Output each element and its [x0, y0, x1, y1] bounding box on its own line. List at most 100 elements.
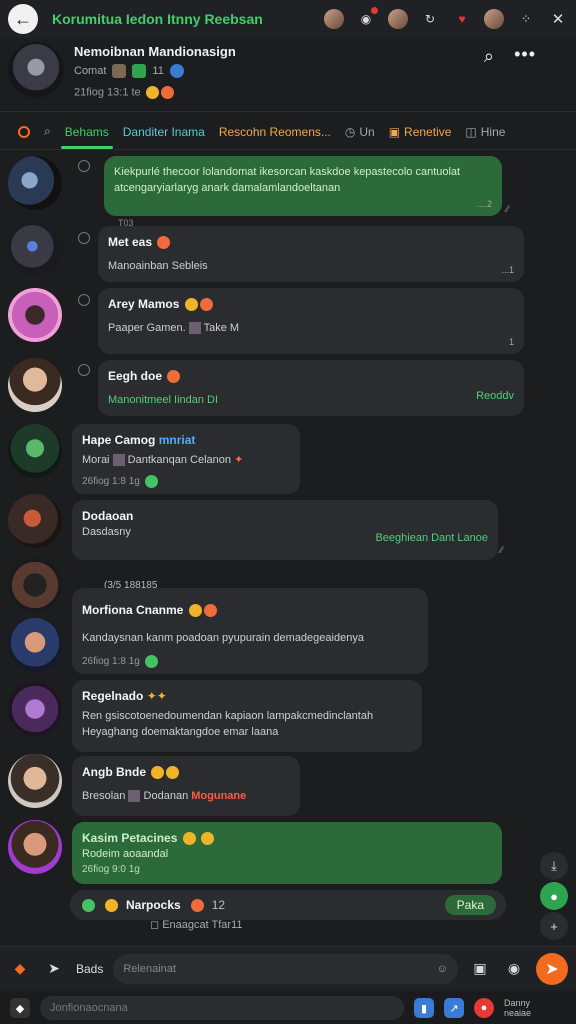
emoji-icon	[203, 604, 217, 618]
message-link[interactable]: Mogunane	[191, 790, 246, 802]
bottom-search[interactable]: Jonfionaocnana	[40, 996, 404, 1020]
emoji-icon	[201, 832, 215, 846]
tab-un[interactable]: ◷ Un	[345, 125, 375, 139]
message-time: 26fiog 1:8 1g	[82, 474, 290, 490]
sender-name: Angb Bnde	[82, 764, 290, 780]
app-logo-icon[interactable]: ◆	[8, 957, 32, 981]
reaction-icon[interactable]	[82, 898, 95, 912]
emoji-icon	[144, 474, 158, 488]
message-bubble[interactable]: Hape Camog mnriat Morai Dantkanqan Celan…	[72, 424, 300, 494]
message-text: Ren gsiscotoenedoumendan kapiaon lampakc…	[82, 710, 374, 722]
emoji-icon	[199, 298, 213, 312]
message-bubble[interactable]: Kasim Petacines Rodeim aoaandal 26fiog 9…	[72, 822, 502, 884]
emoji-icon	[166, 766, 180, 780]
sender-name: Kasim Petacines	[82, 830, 492, 846]
avatar[interactable]	[8, 682, 62, 736]
message-bubble[interactable]: Dodaoan Dasdasny Beeghiean Dant Lanoe	[72, 500, 498, 560]
send-button[interactable]: ➤	[536, 952, 568, 985]
message-text: Morai Dantkanqan Celanon ✦	[82, 452, 290, 468]
group-avatar[interactable]	[8, 42, 64, 98]
image-icon	[112, 454, 125, 467]
account-avatar-icon[interactable]	[484, 9, 504, 29]
add-icon[interactable]: +	[540, 912, 568, 940]
group-meta-extra: 11	[152, 65, 164, 77]
message-time: 26fiog 1:8 1g	[82, 654, 418, 670]
user-avatar-icon[interactable]	[388, 9, 408, 29]
chat-icon[interactable]: ●	[540, 882, 568, 910]
reaction-row[interactable]: Narpocks 12 Paka	[70, 890, 506, 920]
emoji-icon	[184, 298, 198, 312]
sticker-icon[interactable]: ◉	[502, 957, 526, 981]
search-icon[interactable]: ⌕	[484, 46, 494, 67]
clock-icon	[78, 160, 90, 172]
group-meta: Comat 11	[74, 64, 184, 78]
input-label[interactable]: Bads	[76, 962, 103, 976]
emoji-icon	[151, 766, 165, 780]
settings-icon[interactable]: ⁘	[516, 9, 536, 29]
sender-name-text: Morfiona Cnanme	[82, 603, 184, 617]
avatar[interactable]	[8, 222, 62, 276]
message-input[interactable]: Relenainat ☺	[113, 953, 458, 984]
message-link[interactable]: Beeghiean Dant Lanoe	[375, 530, 488, 546]
sender-name-text: Angb Bnde	[82, 765, 146, 779]
logo-icon[interactable]: ◆	[10, 998, 30, 1018]
avatar[interactable]	[8, 754, 62, 808]
tab-rescohn[interactable]: Rescohn Reomens...	[219, 125, 331, 139]
sender-name: Eegh doe	[108, 368, 514, 384]
tab-danditer[interactable]: Danditer Inama	[123, 125, 205, 139]
reaction-pill[interactable]: Paka	[444, 895, 496, 915]
avatar[interactable]	[8, 424, 62, 478]
bookmark-icon[interactable]: ▮	[414, 998, 434, 1018]
refresh-icon[interactable]: ↻	[420, 9, 440, 29]
emoji-icon	[188, 604, 202, 618]
notification-icon[interactable]: ●	[474, 998, 494, 1018]
heart-icon[interactable]: ♥	[452, 9, 472, 29]
avatar[interactable]	[8, 156, 62, 210]
tab-hine[interactable]: ◫ Hine	[465, 125, 505, 139]
sparkle-icon: ✦✦	[146, 689, 167, 703]
close-icon[interactable]: ✕	[548, 9, 568, 29]
emoji-picker-icon[interactable]: ☺	[437, 963, 448, 975]
reaction-icon	[190, 898, 204, 912]
flame-icon: ✦	[234, 454, 244, 466]
tab-bar: ⌕ Behams Danditer Inama Rescohn Reomens.…	[0, 114, 576, 150]
message-bubble[interactable]: Met eas Manoainban Sebleis ...1	[98, 226, 524, 282]
camera-icon[interactable]: ◉	[356, 7, 378, 29]
avatar[interactable]	[8, 820, 62, 874]
avatar[interactable]	[8, 558, 62, 612]
avatar[interactable]	[8, 288, 62, 342]
image-icon	[128, 790, 141, 803]
tab-behams[interactable]: Behams	[60, 125, 113, 149]
message-bubble[interactable]: Arey Mamos Paaper Gamen. Take M 1	[98, 288, 524, 354]
collapse-icon[interactable]: ⤓	[540, 852, 568, 880]
emoji-icon	[182, 832, 196, 846]
reaction-icon[interactable]	[105, 898, 118, 912]
message-bubble[interactable]: Morfiona Cnanme Kandaysnan kanm poadoan …	[72, 588, 428, 674]
avatar[interactable]	[8, 494, 62, 548]
message-bubble[interactable]: Angb Bnde Bresolan Dodanan Mogunane	[72, 756, 300, 816]
more-icon[interactable]: •••	[514, 44, 536, 65]
tab-search[interactable]: ⌕	[44, 124, 51, 139]
sender-name-text: Kasim Petacines	[82, 831, 178, 845]
message-bubble[interactable]: Regelnado ✦✦ Ren gsiscotoenedoumendan ka…	[72, 680, 422, 752]
share-icon[interactable]: ↗	[444, 998, 464, 1018]
profile-avatar-icon[interactable]	[324, 9, 344, 29]
message-text-part: Bresolan	[82, 790, 126, 802]
message-bubble[interactable]: Kiekpurlé thecoor lolandomat ikesorcan k…	[104, 156, 502, 216]
share-icon[interactable]: ➤	[42, 957, 66, 981]
message-bubble[interactable]: Eegh doe Manonitmeel Iindan DI Reoddv	[98, 360, 524, 416]
tab-renetive[interactable]: ▣ Renetive	[389, 125, 452, 139]
message-text-2: Heyaghang doemaktangdoe emar laana	[82, 726, 279, 738]
camera-icon[interactable]: ▣	[468, 957, 492, 981]
message-time: ...1	[501, 265, 514, 275]
message-link[interactable]: Reoddv	[476, 388, 514, 404]
back-icon[interactable]: ←	[8, 4, 38, 34]
group-date-text: 21fiog 13:1 te	[74, 86, 141, 99]
grid-icon	[132, 64, 147, 78]
avatar[interactable]	[8, 358, 62, 412]
tab-home-icon[interactable]	[18, 125, 30, 138]
app-title: Korumitua Iedon Itnny Reebsan	[52, 11, 263, 27]
avatar[interactable]	[8, 618, 62, 672]
message-text: Kandaysnan kanm poadoan pyupurain demade…	[82, 632, 364, 644]
clock-icon	[78, 364, 90, 376]
